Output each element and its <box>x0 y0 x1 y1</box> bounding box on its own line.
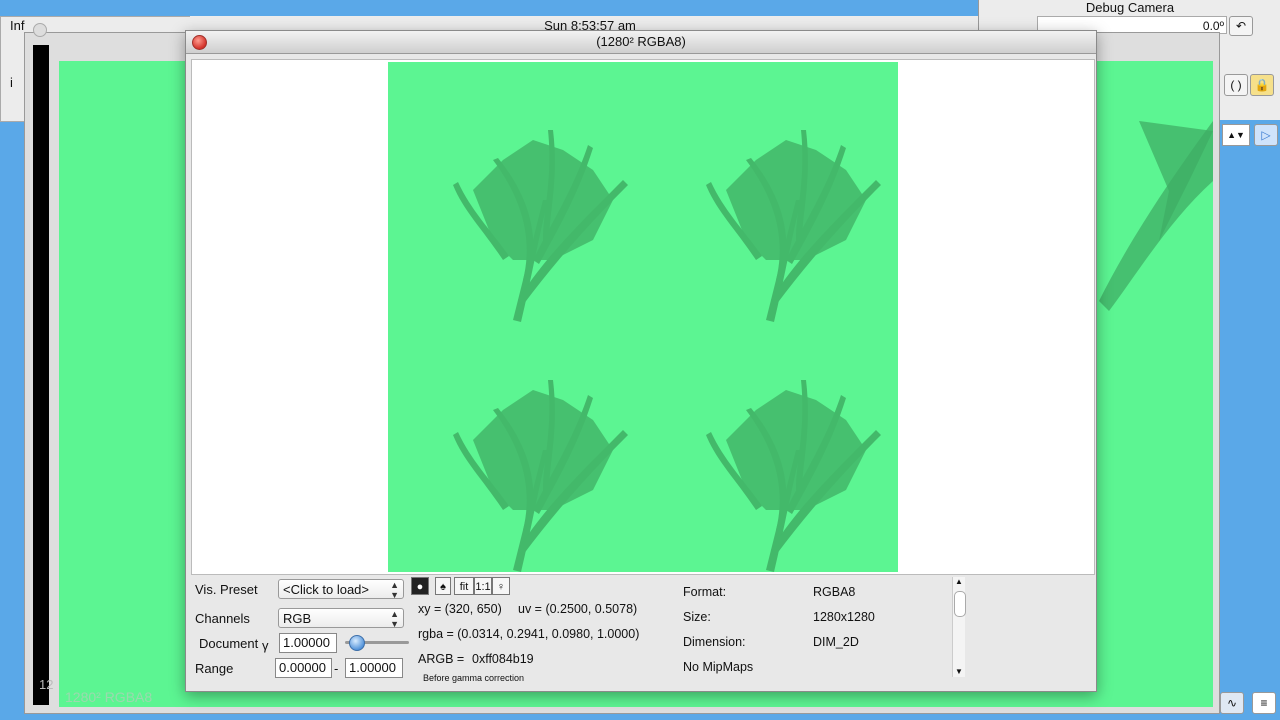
close-icon[interactable] <box>192 35 207 50</box>
info-scrollbar[interactable]: ▲ ▼ <box>952 577 966 677</box>
info-window-label: i <box>10 75 13 90</box>
back-window-close-icon[interactable] <box>33 23 47 37</box>
format-value: RGBA8 <box>813 585 856 599</box>
updown-arrows-icon: ▲ ▼ <box>390 580 399 600</box>
braces-icon[interactable]: ( ) <box>1224 74 1248 96</box>
pin-icon[interactable]: ♀ <box>492 577 510 595</box>
lock-icon[interactable]: 🔒 <box>1250 74 1274 96</box>
argb-value: 0xff084b19 <box>472 652 534 666</box>
one-to-one-button[interactable]: 1:1 <box>474 577 492 595</box>
stepper-icon[interactable]: ▲▼ <box>1222 124 1250 146</box>
gamma-symbol: γ <box>262 638 269 653</box>
debug-camera-title: Debug Camera <box>1085 0 1175 15</box>
rgba-readout: rgba = (0.0314, 0.2941, 0.0980, 1.0000) <box>418 627 640 641</box>
texture-canvas[interactable] <box>191 59 1095 575</box>
uv-readout: uv = (0.2500, 0.5078) <box>518 602 638 616</box>
format-label: Format: <box>683 585 727 599</box>
window-titlebar[interactable]: (1280² RGBA8) <box>186 31 1096 54</box>
undo-icon[interactable]: ↶ <box>1229 16 1253 36</box>
back-window-label: 1280² RGBA8 <box>65 689 153 705</box>
texture-plants <box>453 130 881 572</box>
gamma-slider-knob[interactable] <box>349 635 365 651</box>
size-value: 1280x1280 <box>813 610 875 624</box>
mipmaps-text: No MipMaps <box>683 660 754 674</box>
info-window-title: Inf <box>10 18 25 33</box>
vis-preset-value: <Click to load> <box>283 582 369 597</box>
dimension-value: DIM_2D <box>813 635 859 649</box>
xy-readout: xy = (320, 650) <box>418 602 502 616</box>
size-label: Size: <box>683 610 711 624</box>
argb-label: ARGB = <box>418 652 465 666</box>
fit-button[interactable]: fit <box>454 577 474 595</box>
back-window-black-panel <box>33 45 49 705</box>
range-min-input[interactable]: 0.00000 <box>275 658 332 678</box>
gamma-input[interactable]: 1.00000 <box>279 633 337 653</box>
window-title: (1280² RGBA8) <box>596 34 686 49</box>
vis-preset-select[interactable]: <Click to load> ▲ ▼ <box>278 579 404 600</box>
back-window-corner-text: 12 <box>39 677 54 692</box>
scroll-up-icon[interactable]: ▲ <box>955 577 963 586</box>
document-label: Document <box>199 636 259 651</box>
range-label: Range <box>195 661 234 676</box>
texture-viewer-window: (1280² RGBA8) Vis. Preset <Click to load… <box>185 30 1097 692</box>
channels-select[interactable]: RGB ▲ ▼ <box>278 608 404 629</box>
gamma-note: Before gamma correction <box>423 673 525 683</box>
channels-value: RGB <box>283 611 312 626</box>
range-dash: - <box>334 661 339 676</box>
texture-image[interactable] <box>388 62 898 572</box>
person-icon[interactable]: ● <box>411 577 429 595</box>
activity-monitor-icon[interactable]: ∿ <box>1220 692 1244 714</box>
play-icon[interactable]: ▷ <box>1254 124 1278 146</box>
channels-label: Channels <box>195 611 250 626</box>
vis-preset-label: Vis. Preset <box>195 582 258 597</box>
scrollbar-thumb[interactable] <box>954 591 966 617</box>
dimension-label: Dimension: <box>683 635 746 649</box>
eyedropper-icon[interactable]: ♠ <box>435 577 451 595</box>
updown-arrows-icon: ▲ ▼ <box>390 609 399 629</box>
range-max-input[interactable]: 1.00000 <box>345 658 403 678</box>
notes-icon[interactable]: ≡ <box>1252 692 1276 714</box>
scroll-down-icon[interactable]: ▼ <box>955 667 963 676</box>
